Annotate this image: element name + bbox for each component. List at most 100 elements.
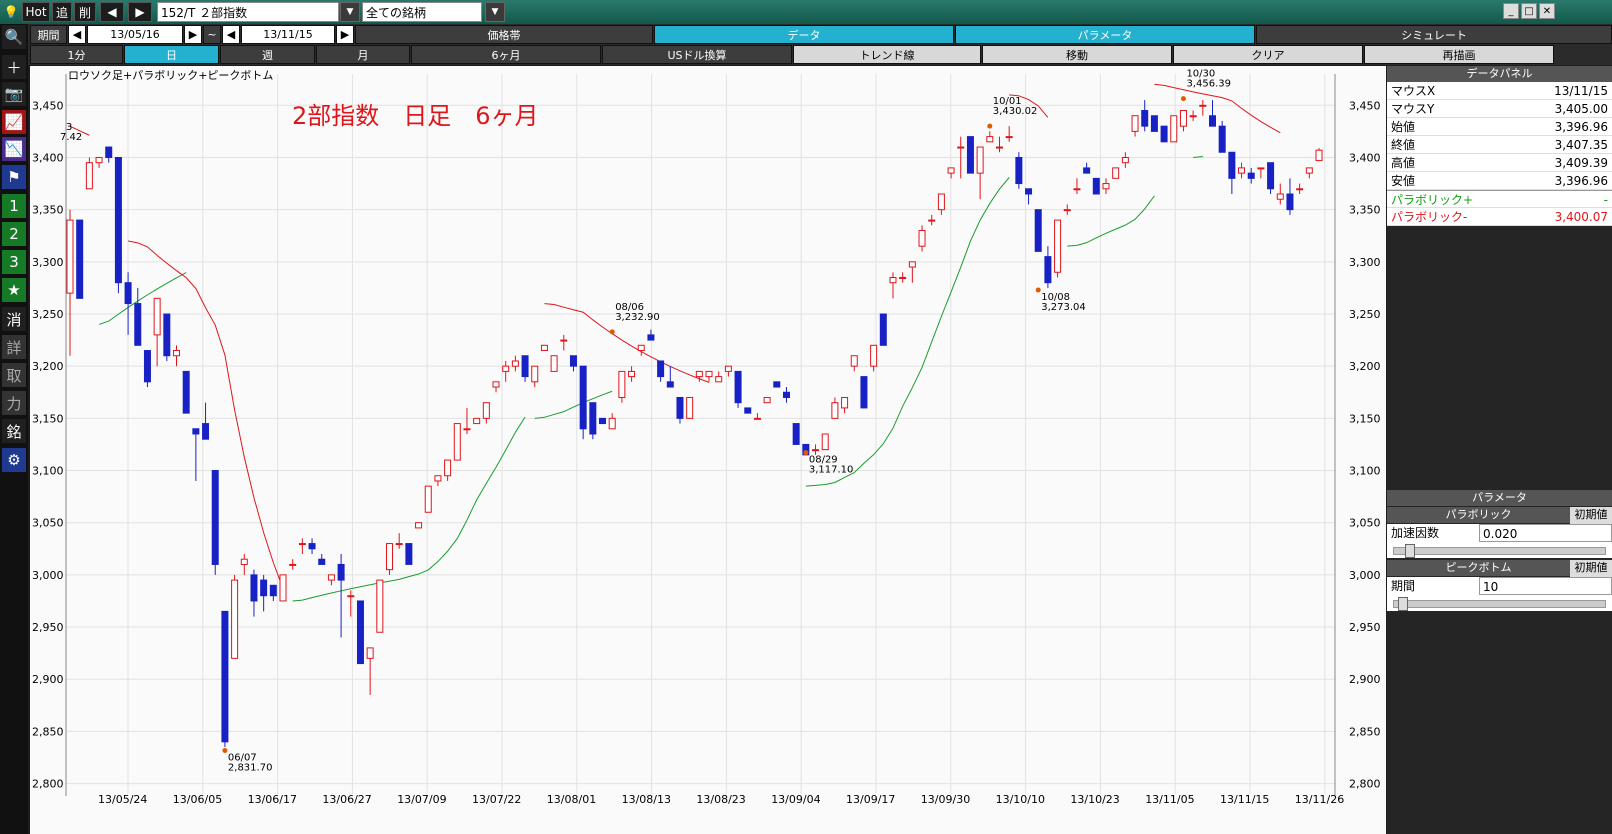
tab-simulate[interactable]: シミュレート bbox=[1256, 25, 1612, 44]
candle-body[interactable] bbox=[143, 350, 151, 383]
clear-button[interactable]: クリア bbox=[1173, 45, 1363, 64]
candle-body[interactable] bbox=[763, 396, 771, 404]
candle-body[interactable] bbox=[531, 365, 539, 383]
candle-body[interactable] bbox=[744, 407, 752, 414]
candle-body[interactable] bbox=[124, 282, 132, 305]
hot-button[interactable]: Hot bbox=[22, 2, 50, 22]
candle-body[interactable] bbox=[1315, 149, 1323, 162]
candle-body[interactable] bbox=[211, 470, 219, 565]
candle-body[interactable] bbox=[473, 417, 481, 425]
candle-body[interactable] bbox=[1141, 110, 1149, 127]
candle-body[interactable] bbox=[521, 355, 529, 378]
candle-body[interactable] bbox=[657, 360, 665, 378]
candle-body[interactable] bbox=[569, 355, 577, 367]
chart-red-icon[interactable]: 📈 bbox=[2, 110, 26, 134]
candle-body[interactable] bbox=[782, 391, 790, 398]
candle-body[interactable] bbox=[347, 595, 355, 598]
candlestick-chart[interactable]: 3,450 3,450 3,400 3,400 3,350 3,350 3,300 3,300… bbox=[30, 66, 1386, 834]
candle-body[interactable] bbox=[647, 334, 655, 341]
candle-body[interactable] bbox=[831, 402, 839, 419]
candle-body[interactable] bbox=[1208, 115, 1216, 127]
candle-body[interactable] bbox=[463, 428, 471, 431]
candle-body[interactable] bbox=[1063, 209, 1071, 212]
candle-body[interactable] bbox=[560, 339, 568, 342]
candle-body[interactable] bbox=[1102, 183, 1110, 190]
candle-body[interactable] bbox=[695, 370, 703, 378]
candle-body[interactable] bbox=[105, 146, 113, 158]
candle-body[interactable] bbox=[482, 402, 490, 419]
candle-body[interactable] bbox=[1189, 115, 1197, 118]
parabolic-reset-button[interactable]: 初期値 bbox=[1570, 507, 1612, 524]
tf-6month[interactable]: 6ヶ月 bbox=[411, 45, 601, 64]
candle-body[interactable] bbox=[395, 543, 403, 546]
tf-month[interactable]: 月 bbox=[316, 45, 410, 64]
candle-body[interactable] bbox=[318, 558, 326, 565]
candle-body[interactable] bbox=[947, 167, 955, 174]
candle-body[interactable] bbox=[308, 543, 316, 550]
candle-body[interactable] bbox=[424, 485, 432, 513]
candle-body[interactable] bbox=[860, 376, 868, 409]
symbol-input[interactable]: 152/T ２部指数 bbox=[157, 2, 339, 22]
stock-button[interactable]: 銘 bbox=[2, 419, 26, 443]
minimize-icon[interactable]: _ bbox=[1503, 3, 1519, 19]
candle-body[interactable] bbox=[76, 219, 84, 299]
accel-slider-knob[interactable] bbox=[1404, 544, 1415, 558]
candle-body[interactable] bbox=[492, 381, 500, 388]
candle-body[interactable] bbox=[173, 350, 181, 357]
candle-body[interactable] bbox=[550, 355, 558, 372]
add-button[interactable]: 追 bbox=[52, 2, 72, 22]
candle-body[interactable] bbox=[269, 584, 277, 597]
candle-body[interactable] bbox=[928, 219, 936, 222]
candle-body[interactable] bbox=[899, 276, 907, 279]
candle-body[interactable] bbox=[444, 459, 452, 477]
candle-body[interactable] bbox=[734, 370, 742, 404]
candle-body[interactable] bbox=[231, 579, 239, 659]
period-slider[interactable] bbox=[1393, 597, 1606, 611]
candle-body[interactable] bbox=[1034, 209, 1042, 252]
candle-body[interactable] bbox=[1170, 115, 1178, 143]
candle-body[interactable] bbox=[812, 449, 820, 452]
candle-body[interactable] bbox=[1121, 156, 1129, 164]
candle-body[interactable] bbox=[666, 381, 674, 388]
candle-body[interactable] bbox=[386, 543, 394, 571]
candle-body[interactable] bbox=[502, 365, 510, 372]
candle-body[interactable] bbox=[637, 344, 645, 352]
chart-area[interactable]: 3,450 3,450 3,400 3,400 3,350 3,350 3,300 3,300… bbox=[30, 66, 1386, 834]
trendline-button[interactable]: トレンド線 bbox=[793, 45, 981, 64]
start-date-input[interactable]: 13/05/16 bbox=[87, 25, 183, 44]
candle-body[interactable] bbox=[792, 423, 800, 445]
candle-body[interactable] bbox=[1238, 167, 1246, 174]
candle-body[interactable] bbox=[240, 558, 248, 565]
candle-body[interactable] bbox=[705, 370, 713, 378]
candle-body[interactable] bbox=[937, 193, 945, 211]
candle-body[interactable] bbox=[1131, 115, 1139, 132]
plus-icon[interactable]: ＋ bbox=[2, 55, 26, 79]
tab-data[interactable]: データ bbox=[654, 25, 954, 44]
candle-body[interactable] bbox=[415, 522, 423, 529]
candle-body[interactable] bbox=[356, 600, 364, 665]
candle-body[interactable] bbox=[589, 402, 597, 435]
redraw-button[interactable]: 再描画 bbox=[1364, 45, 1554, 64]
candle-body[interactable] bbox=[715, 376, 723, 383]
candle-body[interactable] bbox=[686, 396, 694, 419]
accel-slider[interactable] bbox=[1393, 544, 1606, 558]
candle-body[interactable] bbox=[1257, 167, 1265, 170]
bulb-icon[interactable]: 💡 bbox=[2, 2, 20, 22]
candle-body[interactable] bbox=[870, 344, 878, 367]
candle-body[interactable] bbox=[1160, 125, 1168, 143]
tf-day[interactable]: 日 bbox=[124, 45, 219, 64]
candle-body[interactable] bbox=[289, 563, 297, 566]
candle-body[interactable] bbox=[986, 136, 994, 143]
candle-body[interactable] bbox=[192, 428, 200, 435]
period-slider-knob[interactable] bbox=[1398, 597, 1409, 611]
candle-body[interactable] bbox=[376, 579, 384, 633]
candle-body[interactable] bbox=[599, 417, 607, 425]
tf-week[interactable]: 週 bbox=[220, 45, 315, 64]
candle-body[interactable] bbox=[889, 276, 897, 284]
candle-body[interactable] bbox=[1218, 125, 1226, 153]
filter-select[interactable]: 全ての銘柄 bbox=[362, 2, 482, 22]
candle-body[interactable] bbox=[366, 647, 374, 659]
search-icon[interactable]: 🔍 bbox=[2, 25, 26, 49]
next-icon[interactable]: ▶ bbox=[128, 2, 152, 22]
candle-body[interactable] bbox=[1083, 167, 1091, 174]
